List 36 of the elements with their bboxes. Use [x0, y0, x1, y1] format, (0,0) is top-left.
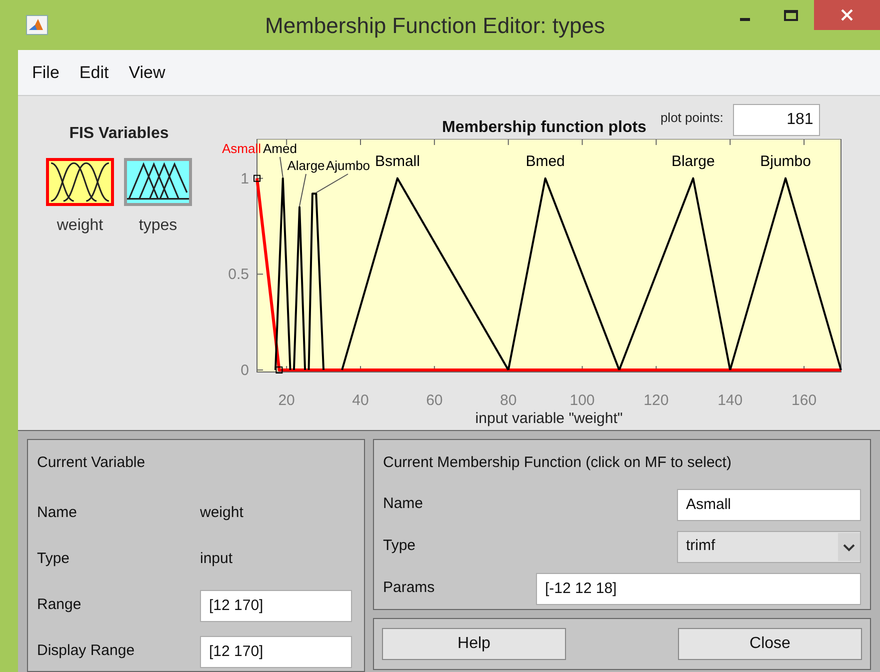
- x-tick-label: 60: [426, 392, 443, 409]
- variable-label: weight: [56, 216, 104, 236]
- y-tick-label: 0.5: [228, 266, 249, 284]
- membership-label: Bmed: [526, 153, 565, 170]
- variable-label: types: [138, 216, 178, 236]
- membership-label: Amed: [263, 141, 297, 156]
- membership-label: Bsmall: [374, 153, 420, 170]
- variable-value: weight: [200, 503, 244, 524]
- x-tick-label: 20: [278, 392, 295, 409]
- field-label: Range: [37, 595, 82, 616]
- x-tick-label: 140: [718, 392, 743, 409]
- panel-title: Current Membership Function (click on MF to select): [383, 453, 732, 473]
- x-tick-label: 40: [352, 392, 369, 409]
- field-label: Params: [383, 578, 436, 598]
- membership-label: Bjumbo: [760, 153, 811, 170]
- x-axis-label: input variable "weight": [475, 410, 623, 427]
- panel-title: FIS Variables: [69, 124, 169, 144]
- field-label: Name: [383, 494, 424, 514]
- panel-title: Current Variable: [37, 453, 146, 473]
- membership-label: Ajumbo: [326, 158, 370, 173]
- x-tick-label: 120: [644, 392, 669, 409]
- y-tick-label: 1: [240, 170, 249, 188]
- field-label: Display Range: [37, 641, 136, 662]
- x-tick-label: 100: [570, 392, 595, 409]
- plot-points-label: plot points:: [660, 109, 724, 127]
- x-tick-label: 160: [792, 392, 817, 409]
- variable-value: input: [200, 549, 233, 570]
- x-tick-label: 80: [500, 392, 517, 409]
- field-label: Name: [37, 503, 78, 524]
- y-tick-label: 0: [240, 362, 249, 379]
- field-label: Type: [383, 536, 416, 556]
- membership-label: Alarge: [287, 158, 325, 173]
- membership-label: Blarge: [671, 153, 715, 170]
- plot-title: Membership function plots: [442, 118, 646, 138]
- window-title: Membership Function Editor: types: [264, 12, 606, 40]
- field-label: Type: [37, 549, 71, 570]
